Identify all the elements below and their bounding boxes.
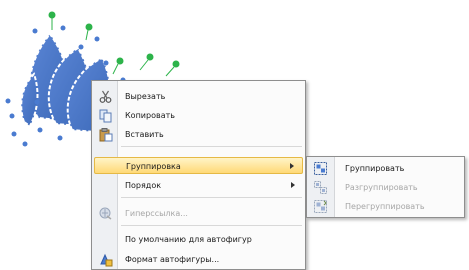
menu-item-label: Вырезать xyxy=(125,92,166,101)
menu-item-format-autoshape[interactable]: Формат автофигуры... xyxy=(94,251,303,268)
menu-item-set-default-autoshape[interactable]: По умолчанию для автофигур xyxy=(94,231,303,248)
paste-icon xyxy=(99,128,113,142)
submenu-arrow-icon xyxy=(291,182,295,188)
menu-item-label: Копировать xyxy=(125,111,175,120)
menu-item-label: По умолчанию для автофигур xyxy=(125,235,252,244)
menu-item-label: Группировка xyxy=(126,162,181,171)
menu-item-copy[interactable]: Копировать xyxy=(94,107,303,124)
submenu-item-ungroup[interactable]: Разгруппировать xyxy=(309,179,462,196)
menu-separator xyxy=(121,146,302,147)
submenu-item-label: Перегруппировать xyxy=(345,202,425,211)
regroup-objects-icon xyxy=(314,200,327,213)
menu-item-paste[interactable]: Вставить xyxy=(94,126,303,143)
menu-item-label: Вставить xyxy=(125,130,164,139)
scissors-icon xyxy=(99,90,112,103)
menu-separator xyxy=(121,197,302,198)
hyperlink-icon xyxy=(99,207,112,220)
menu-item-grouping[interactable]: Группировка xyxy=(94,157,303,174)
menu-item-label: Гиперссылка... xyxy=(125,209,188,218)
petal-shape xyxy=(20,72,39,128)
format-shape-icon xyxy=(100,253,113,267)
menu-item-order[interactable]: Порядок xyxy=(94,177,303,194)
grouping-submenu: Группировать Разгруппировать Перегруппир… xyxy=(306,156,465,218)
submenu-item-regroup[interactable]: Перегруппировать xyxy=(309,198,462,215)
context-menu: Вырезать Копировать Вставить Группировка… xyxy=(91,80,306,270)
submenu-item-label: Группировать xyxy=(345,164,405,173)
submenu-arrow-icon xyxy=(290,163,294,169)
menu-item-label: Формат автофигуры... xyxy=(125,255,220,264)
menu-item-cut[interactable]: Вырезать xyxy=(94,88,303,105)
submenu-item-label: Разгруппировать xyxy=(345,183,418,192)
menu-item-hyperlink[interactable]: Гиперссылка... xyxy=(94,205,303,222)
menu-separator xyxy=(121,225,302,226)
submenu-item-group[interactable]: Группировать xyxy=(309,160,462,177)
ungroup-objects-icon xyxy=(314,181,327,194)
group-objects-icon xyxy=(314,162,327,175)
copy-icon xyxy=(99,109,112,123)
menu-item-label: Порядок xyxy=(125,181,162,190)
